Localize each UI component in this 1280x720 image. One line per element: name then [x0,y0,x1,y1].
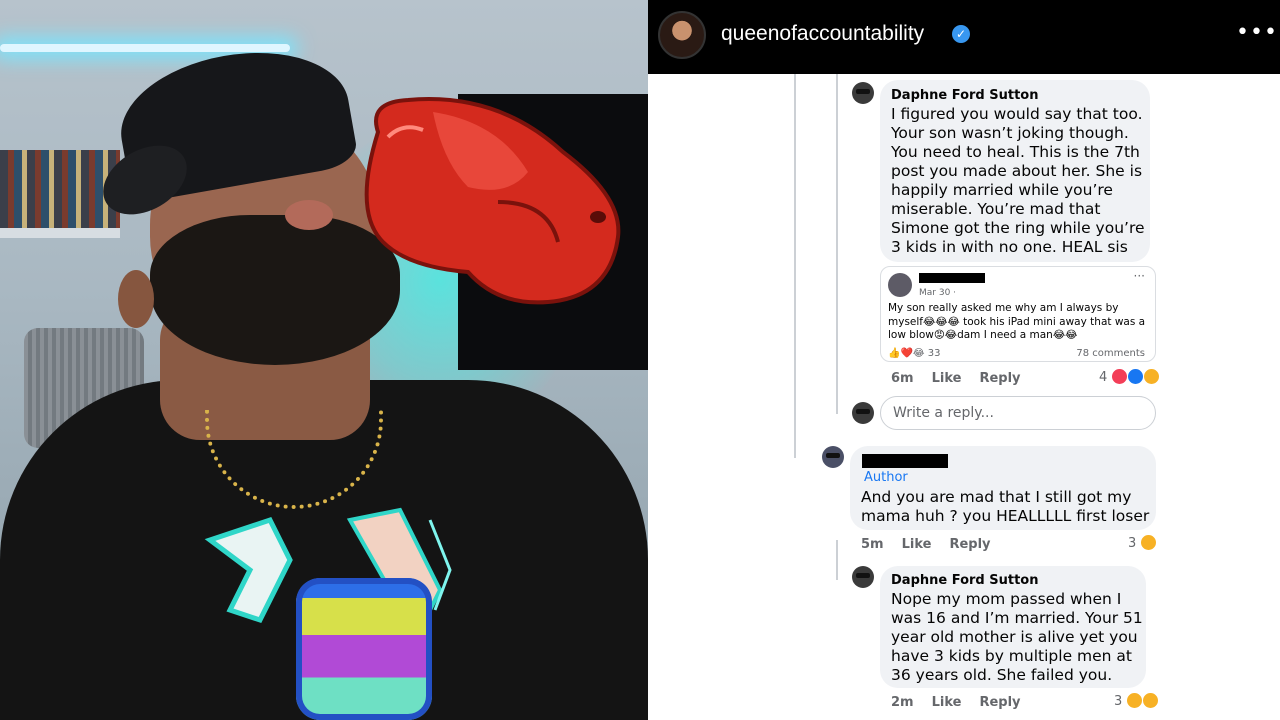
reaction-count: 3 [1128,536,1137,551]
sad-reaction-icon [1141,535,1157,550]
reply-placeholder: Write a reply... [893,405,994,421]
thread-line [836,540,838,580]
video-frame-photo [0,0,648,720]
reaction-summary[interactable]: 3 [1114,693,1159,709]
profile-avatar[interactable] [658,11,706,59]
commenter-name[interactable]: Daphne Ford Sutton [891,88,1038,103]
reaction-summary[interactable]: 3 [1128,535,1157,551]
username[interactable]: queenofaccountability [721,22,924,46]
comment-time: 2m [891,695,914,710]
comment-text: I figured you would say that too. Your s… [891,105,1145,256]
verified-badge-icon: ✓ [952,25,970,43]
comment-bubble: And you are mad that I still got my mama… [850,446,1156,530]
comment-actions: 6m Like Reply [891,371,1039,386]
post-author-avatar [888,273,912,297]
thread-line [836,74,838,414]
reaction-count: 3 [1114,694,1123,709]
commenter-avatar[interactable] [852,566,874,588]
wow-reaction-icon [1127,693,1143,708]
comment-time: 6m [891,371,914,386]
author-badge: Author [864,470,908,485]
current-user-avatar [852,402,874,424]
reaction-count: 4 [1099,370,1108,385]
post-text: My son really asked me why am I always b… [888,302,1146,341]
love-reaction-icon [1112,369,1128,384]
ear [118,270,154,328]
reply-input[interactable]: Write a reply... [880,396,1156,430]
commenter-name[interactable]: Daphne Ford Sutton [891,573,1038,588]
led-strip-light [0,44,290,52]
comment-text: And you are mad that I still got my mama… [861,488,1150,525]
redacted-name [862,454,948,468]
like-button[interactable]: Like [932,371,962,386]
rgb-microphone [296,578,432,720]
wow-reaction-icon [1144,369,1160,384]
comment-text: Nope my mom passed when I was 16 and I’m… [891,590,1143,684]
post-date: Mar 30 · [919,288,957,298]
comment-actions: 5m Like Reply [861,537,1009,552]
post-reactions: 👍❤️😂 33 [888,348,941,359]
comment-bubble: Daphne Ford Sutton I figured you would s… [880,80,1150,262]
commenter-avatar[interactable] [852,82,874,104]
reaction-icons: 👍❤️😂 [888,348,925,359]
mouth [285,200,333,230]
shelf [0,228,120,238]
comment-bubble: Daphne Ford Sutton Nope my mom passed wh… [880,566,1146,688]
comment-actions: 2m Like Reply [891,695,1039,710]
post-reaction-count: 33 [927,348,941,359]
thread-line [794,74,796,458]
like-button[interactable]: Like [902,537,932,552]
haha-reaction-icon [1143,693,1159,708]
more-options-icon[interactable]: ••• [1236,20,1278,45]
reaction-summary[interactable]: 4 [1099,369,1160,385]
redacted-name [919,273,985,283]
instagram-header: queenofaccountability ✓ ••• [648,0,1280,74]
post-comment-count[interactable]: 78 comments [1076,348,1145,359]
author-avatar[interactable] [822,446,844,468]
reply-button[interactable]: Reply [979,695,1020,710]
like-button[interactable]: Like [932,695,962,710]
post-more-icon[interactable]: ··· [1134,269,1145,283]
boxing-glove-icon [364,97,621,305]
comment-time: 5m [861,537,884,552]
comment-screenshot-panel: queenofaccountability ✓ ••• Daphne Ford … [648,0,1280,720]
shared-post-card[interactable]: Mar 30 · ··· My son really asked me why … [880,266,1156,362]
reply-button[interactable]: Reply [949,537,990,552]
reply-button[interactable]: Reply [979,371,1020,386]
like-reaction-icon [1128,369,1144,384]
